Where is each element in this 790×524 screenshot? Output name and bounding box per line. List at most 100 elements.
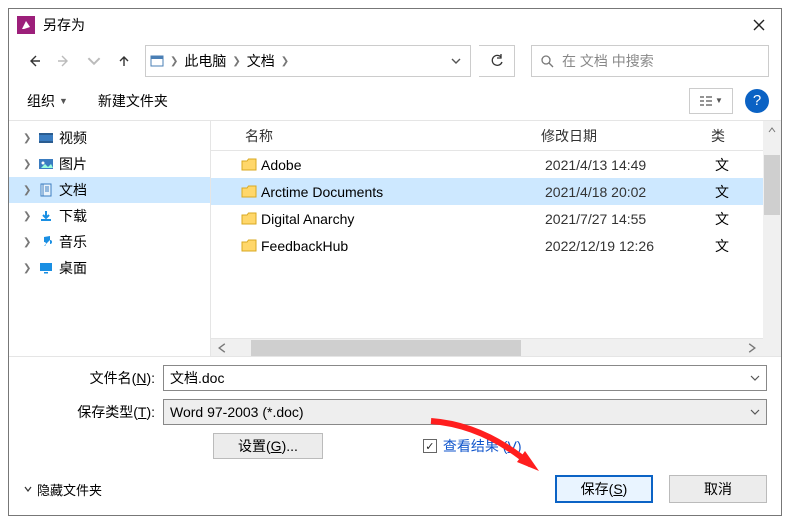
- forward-button[interactable]: [51, 48, 77, 74]
- crumb-sep: ❯: [279, 56, 291, 67]
- address-bar[interactable]: ❯ 此电脑 ❯ 文档 ❯: [145, 45, 471, 77]
- scrollbar-thumb[interactable]: [764, 155, 780, 215]
- location-icon: [146, 53, 168, 69]
- horizontal-scrollbar[interactable]: [211, 338, 763, 356]
- address-dropdown[interactable]: [442, 56, 470, 66]
- save-form: 文件名(N): 文档.doc 保存类型(T): Word 97-2003 (*.…: [9, 356, 781, 469]
- vertical-scrollbar[interactable]: [763, 121, 781, 356]
- sidebar-item-music[interactable]: ❯ 音乐: [9, 229, 210, 255]
- help-icon: ?: [753, 92, 761, 109]
- chevron-down-icon: [23, 484, 33, 494]
- folder-icon: [241, 185, 261, 198]
- save-button[interactable]: 保存(S): [555, 475, 653, 503]
- file-date: 2022/12/19 12:26: [545, 238, 715, 254]
- chevron-down-icon: ▼: [59, 96, 68, 106]
- chevron-down-icon: ▼: [715, 96, 723, 105]
- folder-icon: [241, 212, 261, 225]
- search-placeholder: 在 文档 中搜索: [562, 51, 654, 71]
- column-date[interactable]: 修改日期: [541, 126, 711, 146]
- new-folder-button[interactable]: 新建文件夹: [92, 87, 174, 115]
- sidebar-item-label: 下载: [59, 206, 87, 226]
- file-type: 文: [715, 182, 763, 202]
- recent-locations-button[interactable]: [81, 48, 107, 74]
- list-view-icon: [699, 95, 713, 107]
- chevron-down-icon: [87, 54, 101, 68]
- sidebar-item-desktop[interactable]: ❯ 桌面: [9, 255, 210, 281]
- list-header: 名称 修改日期 类: [211, 121, 763, 151]
- file-name: Adobe: [261, 157, 545, 173]
- app-icon: [17, 16, 35, 34]
- save-as-dialog: 另存为 ❯ 此电脑 ❯ 文档 ❯: [8, 8, 782, 516]
- chevron-down-icon: [451, 56, 461, 66]
- refresh-icon: [490, 54, 504, 68]
- search-input[interactable]: 在 文档 中搜索: [531, 45, 769, 77]
- back-button[interactable]: [21, 48, 47, 74]
- folder-type-icon: [37, 130, 55, 146]
- crumb-folder[interactable]: 文档: [243, 46, 279, 76]
- column-name[interactable]: 名称: [241, 126, 541, 146]
- arrow-left-icon: [27, 54, 41, 68]
- sidebar-item-label: 文档: [59, 180, 87, 200]
- arrow-up-icon: [117, 54, 131, 68]
- folder-type-icon: [37, 260, 55, 276]
- chevron-right-icon: ❯: [23, 185, 33, 196]
- sidebar-item-documents[interactable]: ❯ 文档: [9, 177, 210, 203]
- hide-folders-link[interactable]: 隐藏文件夹: [23, 480, 102, 499]
- sidebar: ❯视频❯图片❯文档❯下载❯音乐❯桌面: [9, 121, 211, 356]
- scrollbar-thumb[interactable]: [251, 340, 521, 356]
- file-date: 2021/7/27 14:55: [545, 211, 715, 227]
- file-type: 文: [715, 155, 763, 175]
- cancel-button[interactable]: 取消: [669, 475, 767, 503]
- refresh-button[interactable]: [479, 45, 515, 77]
- toolbar: 组织 ▼ 新建文件夹 ▼ ?: [9, 81, 781, 121]
- folder-type-icon: [37, 156, 55, 172]
- chevron-down-icon: [750, 407, 760, 417]
- crumb-sep: ❯: [230, 56, 242, 67]
- chevron-right-icon: ❯: [23, 263, 33, 274]
- chevron-right-icon: ❯: [23, 159, 33, 170]
- table-row[interactable]: FeedbackHub2022/12/19 12:26文: [211, 232, 763, 259]
- sidebar-item-downloads[interactable]: ❯ 下载: [9, 203, 210, 229]
- file-date: 2021/4/13 14:49: [545, 157, 715, 173]
- chevron-down-icon: [750, 373, 760, 383]
- folder-type-icon: [37, 208, 55, 224]
- list-body: Adobe2021/4/13 14:49文Arctime Documents20…: [211, 151, 763, 338]
- sidebar-item-label: 桌面: [59, 258, 87, 278]
- view-result-checkbox[interactable]: ✓ 查看结果 (V): [423, 436, 522, 456]
- up-button[interactable]: [111, 48, 137, 74]
- chevron-right-icon: ❯: [23, 211, 33, 222]
- column-type[interactable]: 类: [711, 126, 763, 146]
- file-pane: 名称 修改日期 类 Adobe2021/4/13 14:49文Arctime D…: [211, 121, 763, 356]
- dialog-title: 另存为: [43, 15, 85, 35]
- table-row[interactable]: Digital Anarchy2021/7/27 14:55文: [211, 205, 763, 232]
- crumb-this-pc[interactable]: 此电脑: [180, 46, 230, 76]
- chevron-right-icon: ❯: [23, 133, 33, 144]
- sidebar-item-label: 音乐: [59, 232, 87, 252]
- sidebar-item-videos[interactable]: ❯视频: [9, 125, 210, 151]
- folder-type-icon: [37, 182, 55, 198]
- organize-button[interactable]: 组织 ▼: [21, 87, 74, 115]
- folder-icon: [241, 239, 261, 252]
- explorer-body: ❯视频❯图片❯文档❯下载❯音乐❯桌面 名称 修改日期 类 Adobe2021/4…: [9, 121, 781, 356]
- table-row[interactable]: Arctime Documents2021/4/18 20:02文: [211, 178, 763, 205]
- search-icon: [532, 54, 562, 68]
- filetype-label: 保存类型(T):: [23, 402, 163, 422]
- folder-icon: [241, 158, 261, 171]
- filetype-select[interactable]: Word 97-2003 (*.doc): [163, 399, 767, 425]
- close-button[interactable]: [737, 9, 781, 41]
- help-button[interactable]: ?: [745, 89, 769, 113]
- chevron-right-icon: ❯: [23, 237, 33, 248]
- filename-input[interactable]: 文档.doc: [163, 365, 767, 391]
- table-row[interactable]: Adobe2021/4/13 14:49文: [211, 151, 763, 178]
- settings-button[interactable]: 设置(G)...: [213, 433, 323, 459]
- file-name: Arctime Documents: [261, 184, 545, 200]
- sidebar-item-pictures[interactable]: ❯ 图片: [9, 151, 210, 177]
- sidebar-item-label: 图片: [59, 154, 87, 174]
- filename-label: 文件名(N):: [23, 368, 163, 388]
- file-name: Digital Anarchy: [261, 211, 545, 227]
- checkbox-box: ✓: [423, 439, 437, 453]
- file-type: 文: [715, 209, 763, 229]
- view-options-button[interactable]: ▼: [689, 88, 733, 114]
- titlebar: 另存为: [9, 9, 781, 41]
- folder-type-icon: [37, 234, 55, 250]
